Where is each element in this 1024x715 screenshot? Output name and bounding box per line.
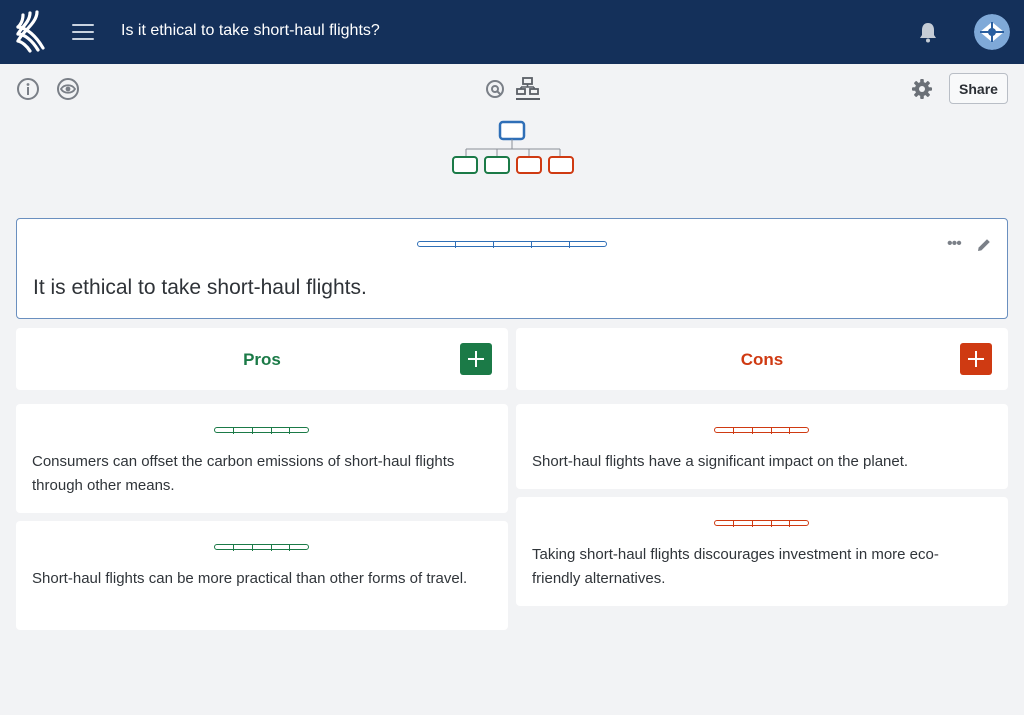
pro-claim-card[interactable]: Consumers can offset the carbon emission… — [16, 404, 508, 513]
notification-bell-icon[interactable] — [916, 20, 940, 44]
eye-icon[interactable] — [55, 76, 81, 102]
user-avatar-icon[interactable] — [974, 14, 1010, 50]
top-navigation-bar: Is it ethical to take short-haul flights… — [0, 0, 1024, 64]
con-claim-text: Short-haul flights have a significant im… — [532, 453, 909, 470]
con-rating-bar — [714, 427, 809, 434]
discussion-title: Is it ethical to take short-haul flights… — [121, 22, 380, 39]
hamburger-menu-icon[interactable] — [70, 20, 96, 44]
con-claim-card[interactable]: Short-haul flights have a significant im… — [516, 404, 1008, 489]
cons-label: Cons — [740, 350, 784, 369]
pro-rating-bar — [214, 544, 309, 551]
pro-claim-text: Short-haul flights can be more practical… — [32, 570, 468, 587]
gear-icon[interactable] — [909, 76, 935, 102]
share-button[interactable]: Share — [949, 73, 1008, 104]
more-options-icon[interactable]: ••• — [947, 236, 967, 253]
pro-claim-text: Consumers can offset the carbon emission… — [32, 453, 455, 494]
pros-column-header: Pros — [16, 328, 508, 390]
add-pro-button[interactable] — [460, 343, 492, 375]
pro-claim-card[interactable]: Short-haul flights can be more practical… — [16, 521, 508, 630]
argument-tree-overview[interactable] — [450, 119, 578, 179]
tree-view-icon[interactable] — [515, 76, 541, 102]
info-icon[interactable] — [15, 76, 41, 102]
con-claim-text: Taking short-haul flights discourages in… — [532, 546, 939, 587]
cons-column-header: Cons — [516, 328, 1008, 390]
pro-rating-bar — [214, 427, 309, 434]
thesis-card[interactable]: ••• It is ethical to take short-haul fli… — [16, 218, 1008, 319]
edit-pencil-icon[interactable] — [975, 236, 993, 254]
kialo-logo-icon[interactable] — [14, 10, 48, 54]
con-claim-card[interactable]: Taking short-haul flights discourages in… — [516, 497, 1008, 606]
pros-label: Pros — [243, 350, 281, 369]
radial-view-icon[interactable] — [482, 76, 508, 102]
con-rating-bar — [714, 520, 809, 527]
thesis-rating-bar — [417, 241, 607, 248]
add-con-button[interactable] — [960, 343, 992, 375]
thesis-text: It is ethical to take short-haul flights… — [33, 276, 367, 299]
